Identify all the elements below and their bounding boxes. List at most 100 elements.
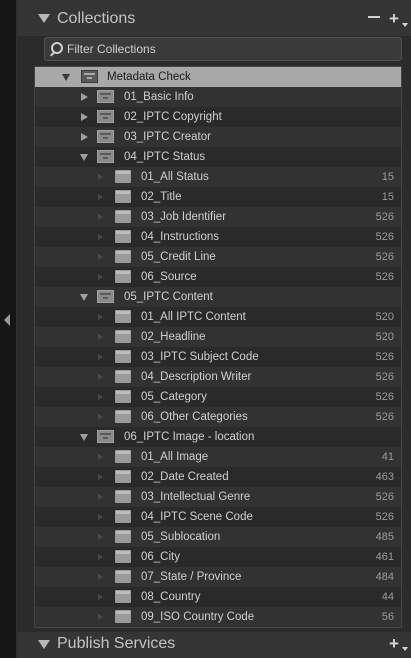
collection-set-row[interactable]: 03_IPTC Creator (35, 127, 401, 147)
collection-set-icon (97, 150, 114, 163)
photo-count: 526 (375, 351, 394, 363)
collection-row[interactable]: 06_Other Categories 526 (35, 407, 401, 427)
collection-label: 06_Source (141, 271, 197, 283)
collection-set-label: 02_IPTC Copyright (124, 111, 222, 123)
collection-row[interactable]: 03_Intellectual Genre 526 (35, 487, 401, 507)
collection-set-label: 05_IPTC Content (124, 291, 213, 303)
collection-icon (115, 490, 131, 503)
collection-set-row[interactable]: 05_IPTC Content (35, 287, 401, 307)
collection-icon (115, 210, 131, 223)
collection-row[interactable]: 06_City 461 (35, 547, 401, 567)
collection-row[interactable]: 07_State / Province 484 (35, 567, 401, 587)
disclosure-placeholder-icon (98, 394, 103, 400)
collection-row[interactable]: 05_Sublocation 485 (35, 527, 401, 547)
disclosure-placeholder-icon (98, 374, 103, 380)
collapse-triangle-icon[interactable] (38, 14, 50, 23)
left-panel-gutter[interactable] (0, 0, 16, 658)
add-menu-chevron-icon[interactable] (402, 647, 408, 651)
photo-count: 526 (375, 231, 394, 243)
collection-set-label: 01_Basic Info (124, 91, 194, 103)
disclosure-placeholder-icon (98, 454, 103, 460)
collection-row[interactable]: 02_Headline 520 (35, 327, 401, 347)
collection-set-label: 03_IPTC Creator (124, 131, 211, 143)
collection-row[interactable]: 03_IPTC Subject Code 526 (35, 347, 401, 367)
photo-count: 526 (375, 411, 394, 423)
collection-row[interactable]: 04_IPTC Scene Code 526 (35, 507, 401, 527)
collection-icon (115, 250, 131, 263)
expand-down-icon[interactable] (62, 74, 70, 81)
collection-set-label: Metadata Check (107, 71, 191, 83)
publish-services-header[interactable]: Publish Services + (17, 632, 411, 658)
collections-title: Collections (57, 10, 136, 27)
collection-row[interactable]: 06_Source 526 (35, 267, 401, 287)
expand-right-icon[interactable] (81, 133, 88, 141)
collection-label: 04_Instructions (141, 231, 219, 243)
add-menu-chevron-icon[interactable] (402, 23, 408, 27)
collection-set-icon (97, 290, 114, 303)
expand-down-icon[interactable] (80, 154, 88, 161)
collection-row[interactable]: 08_Country 44 (35, 587, 401, 607)
collection-icon (115, 190, 131, 203)
add-collection-button[interactable]: + (389, 10, 399, 27)
collapse-triangle-icon[interactable] (38, 640, 50, 649)
disclosure-placeholder-icon (98, 334, 103, 340)
disclosure-placeholder-icon (98, 474, 103, 480)
collection-set-row[interactable]: 01_Basic Info (35, 87, 401, 107)
collections-tree[interactable]: Metadata Check 01_Basic Info 02_IPTC Copyr… (34, 66, 402, 628)
photo-count: 526 (375, 391, 394, 403)
collection-row[interactable]: 05_Credit Line 526 (35, 247, 401, 267)
collection-set-row[interactable]: 04_IPTC Status (35, 147, 401, 167)
collection-label: 05_Credit Line (141, 251, 216, 263)
collection-set-icon (97, 110, 114, 123)
expand-down-icon[interactable] (80, 434, 88, 441)
collection-label: 03_Intellectual Genre (141, 491, 251, 503)
collection-label: 05_Category (141, 391, 207, 403)
collection-row[interactable]: 02_Date Created 463 (35, 467, 401, 487)
collection-icon (115, 390, 131, 403)
collection-set-icon (97, 130, 114, 143)
collection-icon (115, 410, 131, 423)
disclosure-placeholder-icon (98, 554, 103, 560)
collection-label: 04_IPTC Scene Code (141, 511, 253, 523)
collection-label: 08_Country (141, 591, 201, 603)
disclosure-placeholder-icon (98, 194, 103, 200)
collection-label: 01_All Image (141, 451, 209, 463)
collection-row[interactable]: 02_Title 15 (35, 187, 401, 207)
collection-set-icon (97, 430, 114, 443)
collection-row[interactable]: 01_All Status 15 (35, 167, 401, 187)
add-publish-service-button[interactable]: + (389, 635, 399, 652)
collection-icon (115, 530, 131, 543)
collection-row[interactable]: 03_Job Identifier 526 (35, 207, 401, 227)
disclosure-placeholder-icon (98, 354, 103, 360)
collection-label: 02_Date Created (141, 471, 229, 483)
collection-set-row[interactable]: 02_IPTC Copyright (35, 107, 401, 127)
filter-collections-input[interactable]: Filter Collections (67, 42, 156, 56)
collection-row[interactable]: 01_All IPTC Content 520 (35, 307, 401, 327)
collection-row[interactable]: 09_ISO Country Code 56 (35, 607, 401, 627)
photo-count: 526 (375, 511, 394, 523)
collection-set-icon (81, 70, 98, 83)
collection-label: 06_Other Categories (141, 411, 248, 423)
collection-row[interactable]: 04_Instructions 526 (35, 227, 401, 247)
photo-count: 15 (381, 191, 394, 203)
collection-row[interactable]: 01_All Image 41 (35, 447, 401, 467)
photo-count: 520 (375, 331, 394, 343)
photo-count: 526 (375, 491, 394, 503)
collection-row[interactable]: 05_Category 526 (35, 387, 401, 407)
collection-icon (115, 330, 131, 343)
expand-down-icon[interactable] (80, 294, 88, 301)
collections-header[interactable]: Collections + (17, 0, 411, 36)
collection-label: 05_Sublocation (141, 531, 221, 543)
expand-right-icon[interactable] (81, 113, 88, 121)
expand-right-icon[interactable] (81, 93, 88, 101)
collapse-left-arrow-icon[interactable] (4, 314, 10, 326)
collection-row[interactable]: 04_Description Writer 526 (35, 367, 401, 387)
disclosure-placeholder-icon (98, 594, 103, 600)
disclosure-placeholder-icon (98, 214, 103, 220)
filter-collections-field[interactable]: Filter Collections (44, 37, 402, 61)
collection-set-row[interactable]: 06_IPTC Image - location (35, 427, 401, 447)
collection-set-icon (97, 90, 114, 103)
collection-set-label: 04_IPTC Status (124, 151, 206, 163)
collection-set-metadata-check[interactable]: Metadata Check (35, 67, 401, 87)
remove-collection-icon[interactable] (368, 16, 380, 18)
